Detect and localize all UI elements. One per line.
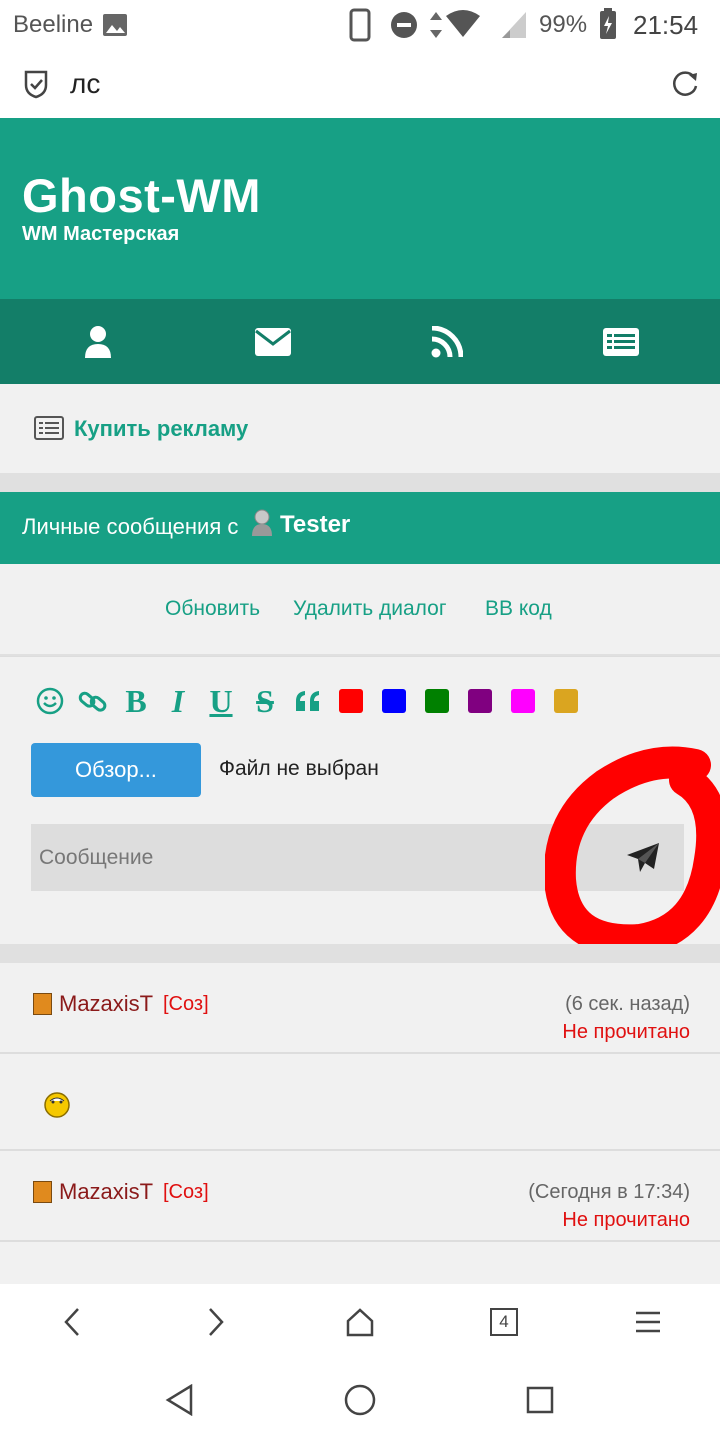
menu-button[interactable] — [576, 1284, 720, 1360]
message-time: (Сегодня в 17:34) — [528, 1181, 690, 1203]
message-header: MazaxisT [Соз] (Сегодня в 17:34) Не проч… — [0, 1151, 720, 1242]
file-status: Файл не выбран — [219, 757, 379, 780]
italic-icon: I — [171, 682, 185, 719]
back-button[interactable] — [0, 1284, 144, 1360]
buy-ad-link[interactable]: Купить рекламу — [74, 416, 248, 442]
site-subtitle: WM Мастерская — [22, 223, 180, 245]
chevron-right-icon — [209, 1308, 224, 1336]
browser-toolbar: 4 — [0, 1284, 720, 1360]
smiley-emoticon-icon — [44, 1092, 70, 1118]
divider — [0, 473, 720, 492]
user-avatar-icon — [252, 509, 272, 536]
signal-icon — [502, 12, 526, 38]
home-icon — [346, 1308, 374, 1337]
dnd-icon — [391, 12, 417, 38]
chevron-left-icon — [64, 1308, 79, 1336]
shield-check-icon[interactable] — [23, 69, 49, 99]
message-input[interactable] — [31, 824, 601, 891]
divider — [0, 944, 720, 963]
strikethrough-icon: S — [256, 682, 274, 719]
message-time: (6 сек. назад) — [565, 993, 690, 1015]
image-notification-icon — [103, 14, 127, 36]
strike-button[interactable]: S — [249, 682, 281, 719]
pm-header: Личные сообщения с Tester — [0, 492, 720, 564]
bbcode-link[interactable]: BB код — [485, 597, 552, 621]
site-header: Ghost-WM WM Мастерская — [0, 118, 720, 299]
list-alt-icon — [34, 416, 64, 440]
site-title[interactable]: Ghost-WM — [22, 168, 261, 223]
nav-list[interactable] — [531, 299, 711, 384]
circle-home-icon — [344, 1384, 376, 1416]
battery-percent: 99% — [539, 11, 588, 38]
unread-status: Не прочитано — [562, 1209, 690, 1231]
underline-icon: U — [209, 682, 233, 719]
delete-dialog-link[interactable]: Удалить диалог — [293, 597, 447, 621]
message-header: MazaxisT [Соз] (6 сек. назад) Не прочита… — [0, 963, 720, 1054]
page-title[interactable]: лс — [70, 68, 100, 100]
triangle-back-icon — [165, 1384, 193, 1416]
color-purple-button[interactable] — [468, 689, 492, 713]
battery-charging-icon — [600, 8, 616, 39]
red-annotation-scribble — [545, 746, 720, 960]
color-blue-button[interactable] — [382, 689, 406, 713]
main-nav — [0, 299, 720, 384]
color-gold-button[interactable] — [554, 689, 578, 713]
ad-block: Купить рекламу — [0, 384, 720, 473]
status-bar: Beeline 99% 21:54 — [0, 0, 720, 52]
color-green-button[interactable] — [425, 689, 449, 713]
phone-icon — [349, 8, 371, 42]
rss-icon — [431, 325, 463, 357]
url-bar: лс — [0, 52, 720, 118]
bold-icon: B — [125, 682, 147, 719]
smile-icon — [36, 687, 64, 715]
link-icon — [78, 691, 107, 712]
wifi-icon — [446, 10, 480, 37]
bold-button[interactable]: B — [120, 682, 152, 719]
quote-button[interactable] — [292, 685, 324, 717]
color-magenta-button[interactable] — [511, 689, 535, 713]
message-body — [0, 1054, 720, 1151]
color-red-button[interactable] — [339, 689, 363, 713]
quote-icon — [296, 691, 319, 711]
link-button[interactable] — [77, 685, 109, 717]
pm-actions: Обновить Удалить диалог BB код — [0, 564, 720, 654]
unread-status: Не прочитано — [562, 1021, 690, 1043]
smile-button[interactable] — [34, 685, 66, 717]
nav-rss[interactable] — [357, 299, 537, 384]
nav-profile[interactable] — [8, 299, 188, 384]
home-button[interactable] — [288, 1284, 432, 1360]
data-arrows-icon — [430, 12, 442, 38]
system-nav-bar — [0, 1360, 720, 1440]
author-name[interactable]: MazaxisT — [59, 1179, 153, 1205]
author-role: [Соз] — [163, 993, 209, 1015]
mail-icon — [255, 327, 291, 356]
hamburger-menu-icon — [636, 1311, 660, 1333]
pm-username[interactable]: Tester — [280, 511, 350, 539]
author-name[interactable]: MazaxisT — [59, 991, 153, 1017]
reload-icon[interactable] — [670, 69, 700, 99]
author-role: [Соз] — [163, 1181, 209, 1203]
author-avatar — [33, 1181, 52, 1203]
refresh-link[interactable]: Обновить — [165, 597, 260, 621]
browse-file-button[interactable]: Обзор... — [31, 743, 201, 797]
forward-button[interactable] — [144, 1284, 288, 1360]
list-icon — [603, 327, 639, 356]
author-avatar — [33, 993, 52, 1015]
italic-button[interactable]: I — [162, 682, 194, 719]
underline-button[interactable]: U — [205, 682, 237, 719]
tabs-button[interactable]: 4 — [432, 1284, 576, 1360]
user-icon — [85, 325, 111, 358]
pm-header-text: Личные сообщения с — [22, 514, 239, 539]
tabs-count: 4 — [490, 1308, 518, 1336]
clock: 21:54 — [633, 10, 699, 40]
system-recents-button[interactable] — [420, 1360, 660, 1440]
nav-messages[interactable] — [183, 299, 363, 384]
carrier-label: Beeline — [13, 11, 94, 38]
square-recents-icon — [526, 1386, 554, 1414]
